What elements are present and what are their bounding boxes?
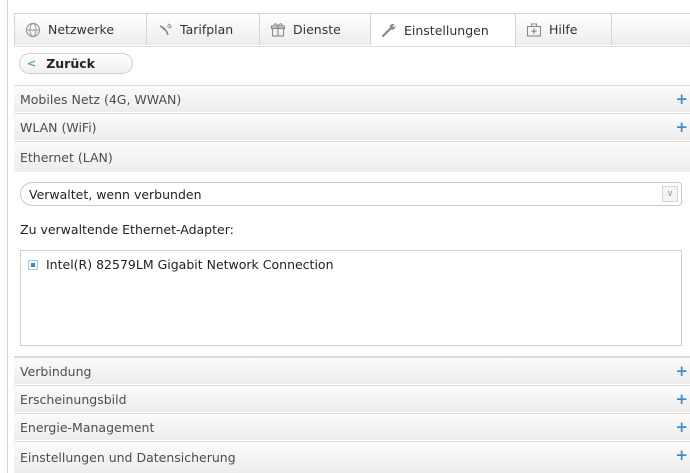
expand-plus-icon[interactable]: + [675, 418, 688, 436]
first-aid-kit-icon [526, 22, 542, 38]
section-label: Einstellungen und Datensicherung [20, 450, 236, 465]
section-ethernet-header[interactable]: Ethernet (LAN) [14, 141, 690, 172]
section-label: Ethernet (LAN) [20, 149, 113, 165]
expand-plus-icon[interactable]: + [675, 390, 688, 408]
ethernet-panel: Verwaltet, wenn verbunden ∨ Zu verwalten… [14, 174, 690, 357]
tab-label: Dienste [293, 22, 341, 37]
adapter-checkbox[interactable] [28, 259, 38, 270]
window-left-border [7, 0, 8, 473]
select-value: Verwaltet, wenn verbunden [29, 186, 202, 202]
ethernet-mode-select[interactable]: Verwaltet, wenn verbunden ∨ [20, 182, 682, 206]
expand-plus-icon[interactable]: + [675, 90, 688, 108]
section-erscheinungsbild[interactable]: Erscheinungsbild + [14, 385, 690, 412]
checkbox-checked-mark [31, 262, 35, 267]
section-label: Verbindung [20, 363, 92, 379]
section-verbindung[interactable]: Verbindung + [14, 357, 690, 384]
tab-bar-filler [612, 13, 690, 45]
tab-hilfe[interactable]: Hilfe [516, 13, 612, 45]
adapter-name: Intel(R) 82579LM Gigabit Network Connect… [46, 257, 334, 272]
adapters-label: Zu verwaltende Ethernet-Adapter: [20, 222, 234, 237]
back-button[interactable]: < Zurück [19, 53, 133, 74]
tab-tarifplan[interactable]: Tarifplan [147, 13, 260, 45]
section-label: Mobiles Netz (4G, WWAN) [20, 91, 182, 107]
section-energie-management[interactable]: Energie-Management + [14, 413, 690, 440]
tab-label: Netzwerke [48, 22, 115, 37]
tab-bar: Netzwerke Tarifplan Dienste Einstellunge… [14, 13, 690, 47]
wrench-icon [381, 22, 397, 38]
expand-plus-icon[interactable]: + [675, 446, 688, 464]
expand-plus-icon[interactable]: + [675, 362, 688, 380]
back-button-label: Zurück [46, 56, 95, 71]
tab-netzwerke[interactable]: Netzwerke [14, 13, 147, 45]
tab-einstellungen[interactable]: Einstellungen [371, 13, 516, 46]
globe-icon [25, 22, 41, 38]
section-label: Erscheinungsbild [20, 391, 127, 407]
adapter-list[interactable]: Intel(R) 82579LM Gigabit Network Connect… [20, 250, 682, 346]
tab-dienste[interactable]: Dienste [260, 13, 371, 45]
list-item[interactable]: Intel(R) 82579LM Gigabit Network Connect… [28, 257, 334, 272]
tab-label: Hilfe [549, 22, 578, 37]
section-einstellungen-datensicherung[interactable]: Einstellungen und Datensicherung + [14, 441, 690, 473]
chevron-left-icon: < [27, 57, 37, 70]
satellite-dish-icon [157, 22, 173, 38]
section-mobiles-netz[interactable]: Mobiles Netz (4G, WWAN) + [14, 85, 690, 112]
section-label: WLAN (WiFi) [20, 119, 97, 135]
expand-plus-icon[interactable]: + [675, 118, 688, 136]
section-label: Energie-Management [20, 419, 155, 435]
tab-label: Tarifplan [180, 22, 234, 37]
tab-label: Einstellungen [404, 22, 489, 38]
chevron-down-icon[interactable]: ∨ [662, 186, 678, 202]
section-wlan[interactable]: WLAN (WiFi) + [14, 113, 690, 140]
gift-icon [270, 22, 286, 38]
